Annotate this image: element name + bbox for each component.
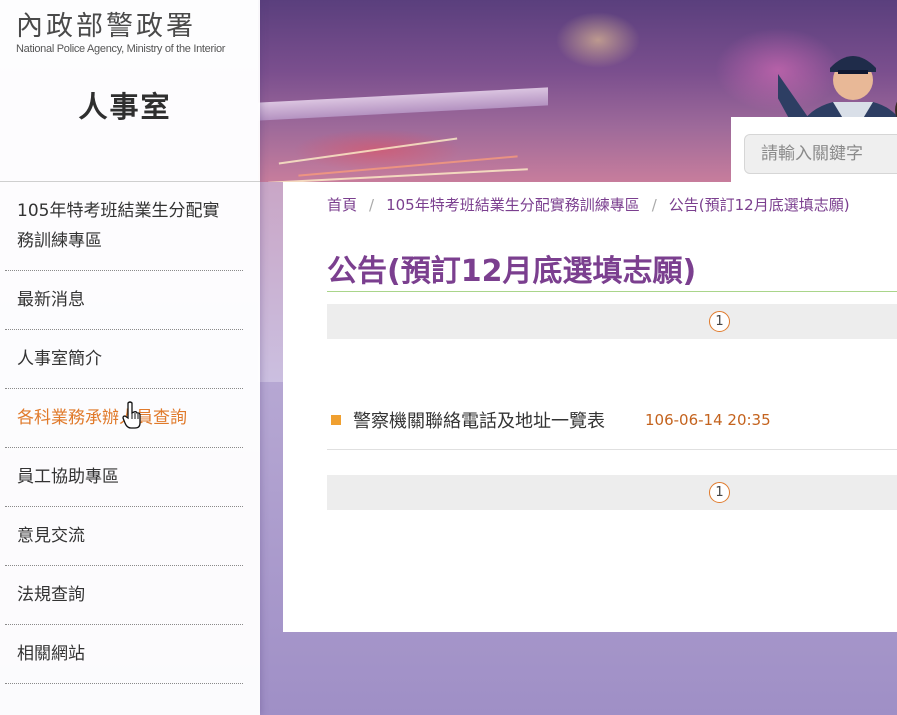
search-input[interactable] — [744, 134, 897, 174]
breadcrumb-separator: / — [651, 196, 657, 214]
sidebar-item-regulations[interactable]: 法規查詢 — [5, 566, 243, 625]
pagination-bottom: 1 — [327, 475, 897, 510]
site-logo[interactable]: 內政部警政署 National Police Agency, Ministry … — [16, 10, 246, 55]
search-area — [731, 117, 897, 185]
banner-bridge — [258, 87, 548, 121]
pagination-top: 1 — [327, 304, 897, 339]
page-title: 公告(預訂12月底選填志願) — [327, 254, 697, 289]
logo-english-text: National Police Agency, Ministry of the … — [16, 43, 226, 55]
sidebar: 內政部警政署 National Police Agency, Ministry … — [0, 0, 260, 715]
list-item-date: 106-06-14 20:35 — [645, 411, 771, 429]
sidebar-item-feedback[interactable]: 意見交流 — [5, 507, 243, 566]
breadcrumb-separator: / — [369, 196, 375, 214]
sidebar-item-employee-assistance[interactable]: 員工協助專區 — [5, 448, 243, 507]
logo-chinese-text: 內政部警政署 — [16, 11, 196, 42]
breadcrumb-current[interactable]: 公告(預訂12月底選填志願) — [669, 196, 850, 214]
sidebar-item-label: 意見交流 — [17, 526, 85, 546]
breadcrumb-section-link[interactable]: 105年特考班結業生分配實務訓練專區 — [386, 196, 640, 214]
sidebar-item-label: 105年特考班結業生分配實務訓練專區 — [17, 201, 220, 251]
page-number-button[interactable]: 1 — [709, 482, 730, 503]
breadcrumb-home-link[interactable]: 首頁 — [327, 196, 357, 214]
square-bullet-icon — [331, 415, 341, 425]
hand-pointer-cursor-icon — [122, 401, 141, 429]
sidebar-item-label: 人事室簡介 — [17, 349, 102, 369]
sidebar-item-related-sites[interactable]: 相關網站 — [5, 625, 243, 684]
sidebar-item-training-zone[interactable]: 105年特考班結業生分配實務訓練專區 — [5, 182, 243, 271]
unit-title: 人事室 — [78, 90, 172, 124]
list-item-title-link[interactable]: 警察機關聯絡電話及地址一覽表 — [353, 407, 605, 433]
title-divider — [327, 291, 897, 292]
sidebar-item-label: 法規查詢 — [17, 585, 85, 605]
banner-light-streak — [298, 155, 518, 177]
sidebar-item-label: 各科業務承辦人員查詢 — [17, 408, 187, 428]
main-content: 首頁 / 105年特考班結業生分配實務訓練專區 / 公告(預訂12月底選填志願) 公告(… — [283, 182, 897, 632]
sidebar-item-label: 相關網站 — [17, 644, 85, 664]
sidebar-item-label: 最新消息 — [17, 290, 85, 310]
sidebar-item-latest-news[interactable]: 最新消息 — [5, 271, 243, 330]
sidebar-item-label: 員工協助專區 — [17, 467, 119, 487]
page-number-button[interactable]: 1 — [709, 311, 730, 332]
sidebar-menu: 105年特考班結業生分配實務訓練專區 最新消息 人事室簡介 各科業務承辦人員查詢… — [5, 182, 243, 684]
sidebar-item-office-intro[interactable]: 人事室簡介 — [5, 330, 243, 389]
list-item[interactable]: 警察機關聯絡電話及地址一覽表 106-06-14 20:35 — [327, 403, 897, 450]
breadcrumb: 首頁 / 105年特考班結業生分配實務訓練專區 / 公告(預訂12月底選填志願) — [327, 194, 850, 215]
banner-light-streak — [278, 137, 458, 165]
